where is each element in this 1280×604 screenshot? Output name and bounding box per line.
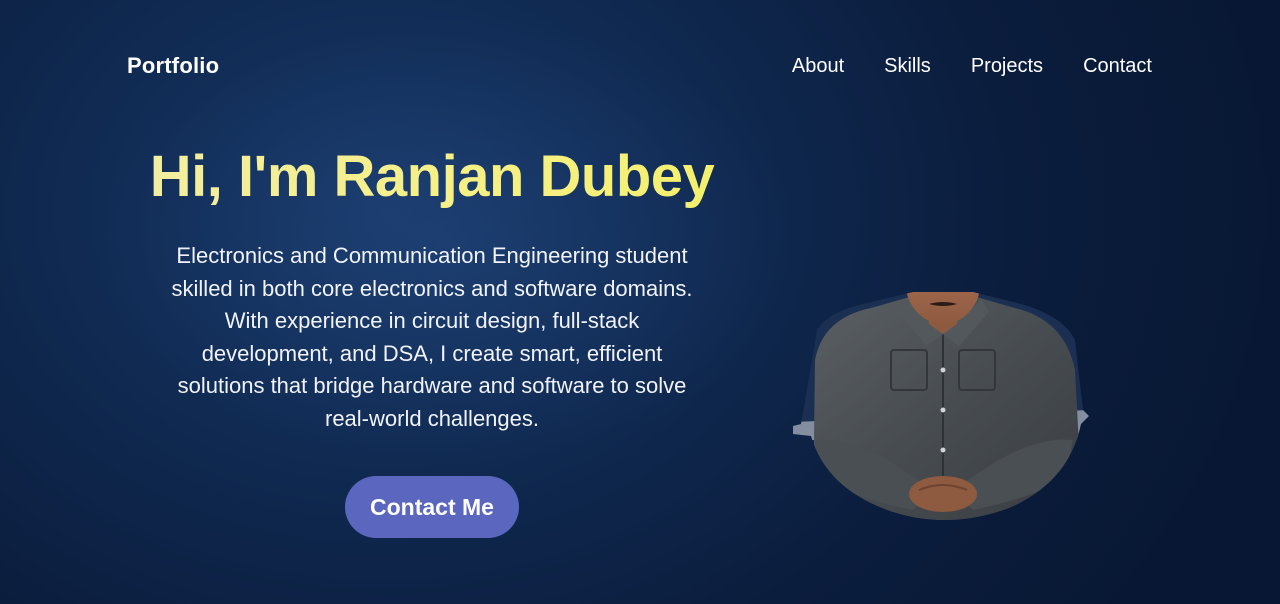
hero-title: Hi, I'm Ranjan Dubey	[122, 140, 742, 214]
profile-photo	[793, 200, 1089, 520]
top-navigation: Portfolio About Skills Projects Contact	[0, 0, 1280, 132]
nav-links: About Skills Projects Contact	[792, 55, 1152, 78]
hero-description-line: Electronics and Communication Engineerin…	[176, 243, 688, 268]
hero-description: Electronics and Communication Engineerin…	[122, 240, 742, 435]
hero-description-line: With experience in circuit design, full-…	[224, 308, 640, 333]
nav-link-skills[interactable]: Skills	[884, 55, 931, 78]
nav-link-projects[interactable]: Projects	[971, 55, 1043, 78]
nav-link-contact[interactable]: Contact	[1083, 55, 1152, 78]
hero-description-line: skilled in both core electronics and sof…	[171, 275, 693, 301]
contact-me-button[interactable]: Contact Me	[345, 476, 519, 538]
brand-logo[interactable]: Portfolio	[127, 53, 219, 79]
nav-link-about[interactable]: About	[792, 55, 844, 78]
hero-section: Hi, I'm Ranjan Dubey Electronics and Com…	[122, 140, 742, 435]
hero-description-line: development, and DSA, I create smart, ef…	[201, 340, 663, 366]
hero-description-line: solutions that bridge hardware and softw…	[177, 373, 687, 398]
hero-description-line: real-world challenges.	[325, 405, 539, 431]
